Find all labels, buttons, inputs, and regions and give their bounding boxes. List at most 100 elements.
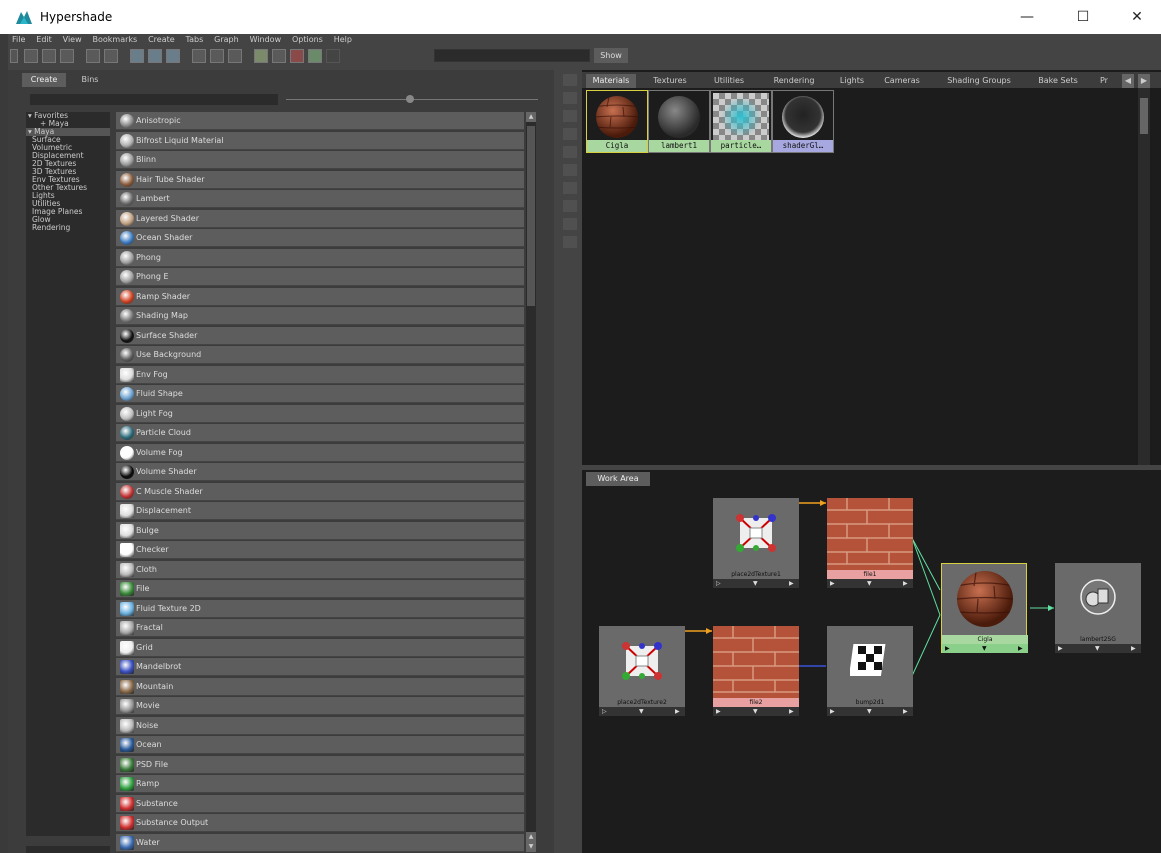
node-item-noise[interactable]: Noise: [116, 716, 524, 735]
node-port-bar[interactable]: ▶ ▼ ▶: [1055, 644, 1141, 653]
scroll-up-arrow-icon-2[interactable]: ▲: [526, 832, 536, 842]
node-item-particle-cloud[interactable]: Particle Cloud: [116, 424, 524, 442]
layout-single-icon[interactable]: [24, 49, 38, 63]
rearrange-graph-icon[interactable]: [166, 49, 180, 63]
side-tool-10-icon[interactable]: [563, 236, 577, 248]
node-item-bifrost-liquid-material[interactable]: Bifrost Liquid Material: [116, 131, 524, 150]
side-tool-4-icon[interactable]: [563, 128, 577, 140]
ipr-render-icon[interactable]: [308, 49, 322, 63]
node-item-movie[interactable]: Movie: [116, 697, 524, 715]
node-list-scrollbar[interactable]: ▲ ▲ ▼: [526, 112, 536, 852]
node-item-hair-tube-shader[interactable]: Hair Tube Shader: [116, 170, 524, 189]
menu-edit[interactable]: Edit: [36, 34, 52, 46]
node-port-bar[interactable]: ▶ ▼ ▶: [827, 707, 913, 716]
node-place2dtexture1[interactable]: place2dTexture1 ▷ ▼ ▶: [713, 498, 799, 588]
layout-split-icon[interactable]: [42, 49, 56, 63]
node-item-ocean-shader[interactable]: Ocean Shader: [116, 229, 524, 247]
render-view-icon[interactable]: [254, 49, 268, 63]
side-tool-2-icon[interactable]: [563, 92, 577, 104]
toolbar-handle-icon[interactable]: [10, 49, 18, 63]
tab-create[interactable]: Create: [22, 73, 66, 87]
node-item-mountain[interactable]: Mountain: [116, 677, 524, 696]
scroll-up-arrow-icon[interactable]: ▲: [526, 112, 536, 122]
tab-bake-sets[interactable]: Bake Sets: [1028, 74, 1088, 88]
show-attributes-icon[interactable]: [272, 49, 286, 63]
swatch-cigla[interactable]: Cigla: [586, 90, 648, 153]
menu-window[interactable]: Window: [250, 34, 282, 46]
tab-textures[interactable]: Textures: [646, 74, 694, 88]
tab-shading-groups[interactable]: Shading Groups: [940, 74, 1018, 88]
node-item-mandelbrot[interactable]: Mandelbrot: [116, 658, 524, 676]
scroll-down-arrow-icon[interactable]: ▼: [526, 842, 536, 852]
node-search-input[interactable]: [30, 94, 278, 105]
node-item-file[interactable]: File: [116, 580, 524, 598]
side-tool-8-icon[interactable]: [563, 200, 577, 212]
graph-output-icon[interactable]: [104, 49, 118, 63]
node-port-bar[interactable]: ▶ ▼ ▶: [713, 707, 799, 716]
node-port-bar[interactable]: ▷ ▼ ▶: [599, 707, 685, 716]
add-selected-icon[interactable]: [210, 49, 224, 63]
scrollbar-thumb[interactable]: [527, 126, 535, 306]
node-file2[interactable]: file2 ▶ ▼ ▶: [713, 626, 799, 716]
side-tool-3-icon[interactable]: [563, 110, 577, 122]
node-item-fractal[interactable]: Fractal: [116, 619, 524, 637]
node-item-lambert[interactable]: Lambert: [116, 190, 524, 208]
layout-horizontal-icon[interactable]: [60, 49, 74, 63]
tab-cameras[interactable]: Cameras: [878, 74, 926, 88]
menu-view[interactable]: View: [63, 34, 82, 46]
category-rendering[interactable]: Rendering: [26, 224, 110, 232]
node-item-cloth[interactable]: Cloth: [116, 560, 524, 579]
browser-scrollbar-thumb[interactable]: [1140, 98, 1148, 134]
browser-scrollbar[interactable]: [1138, 88, 1150, 465]
graph-materials-icon[interactable]: [130, 49, 144, 63]
node-place2dtexture2[interactable]: place2dTexture2 ▷ ▼ ▶: [599, 626, 685, 716]
node-item-substance[interactable]: Substance: [116, 794, 524, 813]
node-item-env-fog[interactable]: Env Fog: [116, 365, 524, 384]
node-port-bar[interactable]: ▷ ▼ ▶: [713, 579, 799, 588]
tab-bins[interactable]: Bins: [70, 73, 110, 87]
node-item-layered-shader[interactable]: Layered Shader: [116, 209, 524, 228]
node-lambert2sg[interactable]: lambert2SG ▶ ▼ ▶: [1055, 563, 1141, 653]
node-item-fluid-texture-2d[interactable]: Fluid Texture 2D: [116, 599, 524, 618]
clear-graph-icon[interactable]: [192, 49, 206, 63]
node-item-psd-file[interactable]: PSD File: [116, 755, 524, 774]
menu-bookmarks[interactable]: Bookmarks: [93, 34, 138, 46]
side-tool-1-icon[interactable]: [563, 74, 577, 86]
side-tool-6-icon[interactable]: [563, 164, 577, 176]
node-item-grid[interactable]: Grid: [116, 638, 524, 657]
node-item-light-fog[interactable]: Light Fog: [116, 404, 524, 423]
node-item-use-background[interactable]: Use Background: [116, 346, 524, 364]
minimize-button[interactable]: —: [1012, 8, 1042, 26]
node-item-volume-fog[interactable]: Volume Fog: [116, 443, 524, 462]
menu-help[interactable]: Help: [334, 34, 352, 46]
node-item-substance-output[interactable]: Substance Output: [116, 814, 524, 832]
tab-lights[interactable]: Lights: [834, 74, 870, 88]
node-item-shading-map[interactable]: Shading Map: [116, 307, 524, 325]
node-port-bar[interactable]: ▶ ▼ ▶: [942, 644, 1028, 653]
tab-scroll-right-icon[interactable]: ▶: [1138, 74, 1150, 88]
tab-scroll-left-icon[interactable]: ◀: [1122, 74, 1134, 88]
swatch-render-icon[interactable]: [290, 49, 304, 63]
tab-projects[interactable]: Pr: [1094, 74, 1114, 88]
node-item-surface-shader[interactable]: Surface Shader: [116, 326, 524, 345]
node-file1[interactable]: file1 ▶ ▼ ▶: [827, 498, 913, 588]
side-tool-5-icon[interactable]: [563, 146, 577, 158]
menu-graph[interactable]: Graph: [214, 34, 239, 46]
node-item-anisotropic[interactable]: Anisotropic: [116, 112, 524, 130]
node-item-volume-shader[interactable]: Volume Shader: [116, 463, 524, 481]
node-item-phong[interactable]: Phong: [116, 248, 524, 267]
node-item-fluid-shape[interactable]: Fluid Shape: [116, 385, 524, 403]
maximize-button[interactable]: ☐: [1068, 8, 1098, 26]
node-item-water[interactable]: Water: [116, 833, 524, 852]
swatch-shaderglow[interactable]: shaderGl…: [772, 90, 834, 153]
node-item-ocean[interactable]: Ocean: [116, 736, 524, 754]
node-item-checker[interactable]: Checker: [116, 541, 524, 559]
node-item-displacement[interactable]: Displacement: [116, 502, 524, 520]
swatch-lambert1[interactable]: lambert1: [648, 90, 710, 153]
menu-tabs[interactable]: Tabs: [186, 34, 204, 46]
side-tool-7-icon[interactable]: [563, 182, 577, 194]
node-item-ramp[interactable]: Ramp: [116, 775, 524, 793]
menu-create[interactable]: Create: [148, 34, 175, 46]
node-item-ramp-shader[interactable]: Ramp Shader: [116, 287, 524, 306]
remove-selected-icon[interactable]: [228, 49, 242, 63]
